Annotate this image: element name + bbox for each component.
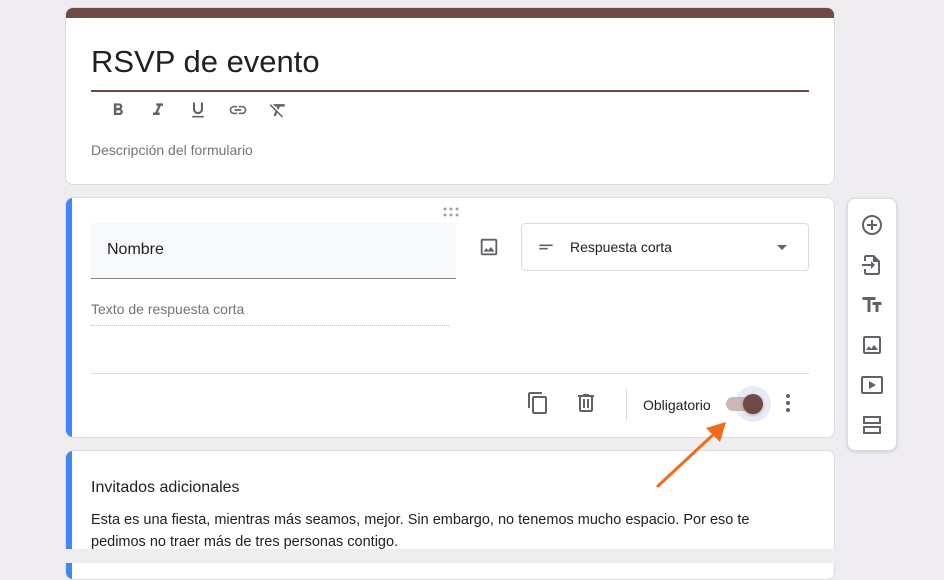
add-image-icon[interactable] bbox=[860, 333, 884, 357]
italic-icon bbox=[153, 103, 163, 115]
question-type-select[interactable]: Respuesta corta bbox=[521, 223, 809, 271]
formatting-toolbar bbox=[98, 98, 298, 122]
active-card-indicator bbox=[66, 198, 72, 437]
side-toolbar bbox=[847, 198, 897, 451]
import-questions-icon[interactable] bbox=[860, 253, 884, 277]
bold-button[interactable] bbox=[98, 98, 138, 122]
footer-vertical-divider bbox=[626, 389, 627, 421]
bold-icon bbox=[113, 103, 123, 115]
clear-format-icon bbox=[269, 104, 285, 118]
add-image-icon[interactable] bbox=[478, 236, 500, 258]
add-title-icon[interactable] bbox=[860, 293, 884, 317]
delete-icon[interactable] bbox=[574, 391, 598, 415]
add-video-icon[interactable] bbox=[860, 373, 884, 397]
form-description-input[interactable]: Descripción del formulario bbox=[91, 142, 253, 158]
form-title-card[interactable]: RSVP de evento Descripción del formulari… bbox=[65, 7, 835, 185]
add-section-icon[interactable] bbox=[860, 413, 884, 437]
section-description[interactable]: Esta es una fiesta, mientras más seamos,… bbox=[91, 509, 791, 553]
section-title[interactable]: Invitados adicionales bbox=[91, 479, 240, 497]
short-answer-placeholder: Texto de respuesta corta bbox=[91, 301, 449, 326]
underline-icon bbox=[192, 102, 204, 118]
footer-divider bbox=[91, 373, 809, 374]
underline-button[interactable] bbox=[178, 98, 218, 122]
clear-format-button[interactable] bbox=[258, 98, 298, 122]
annotation-arrow-icon bbox=[656, 422, 726, 488]
link-icon bbox=[229, 105, 247, 115]
drag-handle-icon[interactable] bbox=[443, 207, 459, 217]
page-background-strip bbox=[0, 549, 944, 563]
dropdown-arrow-icon bbox=[777, 245, 787, 250]
question-card[interactable]: Nombre Respuesta corta Texto de respuest… bbox=[65, 197, 835, 438]
italic-button[interactable] bbox=[138, 98, 178, 122]
more-options-icon[interactable] bbox=[776, 391, 800, 415]
theme-color-bar bbox=[66, 8, 834, 18]
link-button[interactable] bbox=[218, 98, 258, 122]
form-title-input[interactable]: RSVP de evento bbox=[91, 44, 809, 92]
question-title-input[interactable]: Nombre bbox=[91, 223, 456, 279]
toggle-thumb bbox=[743, 394, 763, 414]
add-question-icon[interactable] bbox=[860, 213, 884, 237]
duplicate-icon[interactable] bbox=[526, 391, 550, 415]
short-answer-icon bbox=[539, 244, 553, 250]
question-type-label: Respuesta corta bbox=[570, 239, 672, 255]
